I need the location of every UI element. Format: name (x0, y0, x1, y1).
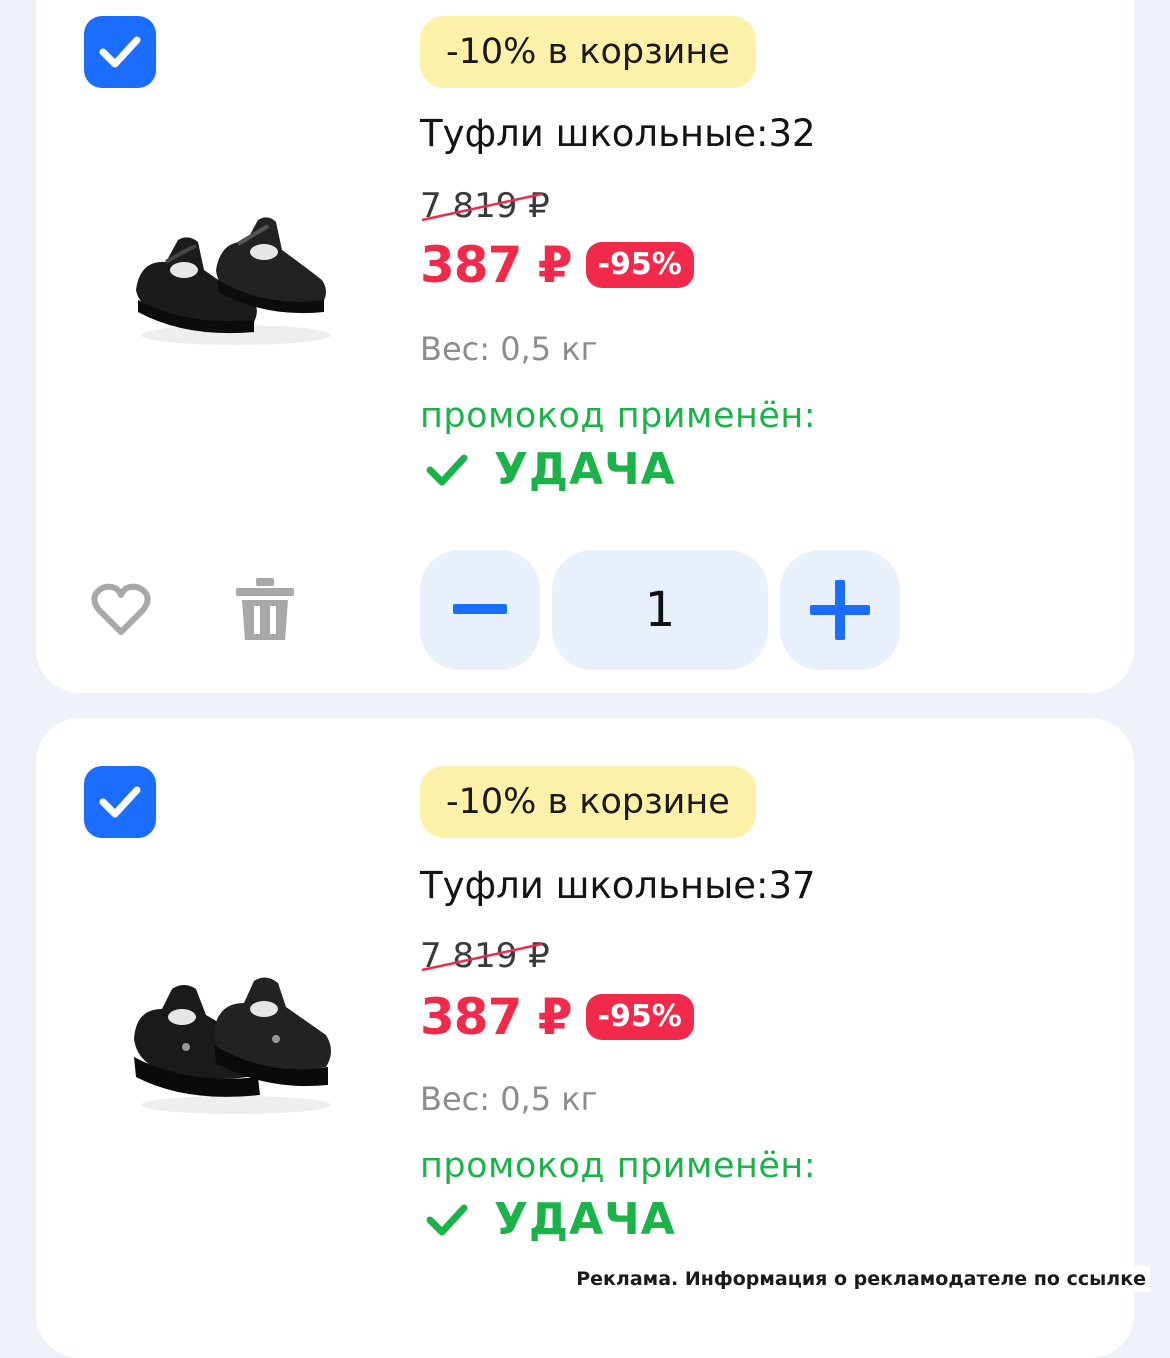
cart-discount-badge: -10% в корзине (420, 16, 756, 88)
product-image-shoes (136, 217, 331, 345)
delete-button[interactable] (230, 574, 300, 644)
discount-badge: -95% (585, 994, 694, 1040)
product-title[interactable]: Туфли школьные:32 (420, 112, 816, 155)
promo-code: УДАЧА (494, 1194, 676, 1245)
minus-icon (453, 604, 507, 614)
quantity-value[interactable]: 1 (552, 550, 768, 670)
product-weight: Вес: 0,5 кг (420, 330, 598, 368)
checkmark-icon (426, 454, 468, 485)
price-row: 387 ₽ -95% (420, 236, 694, 294)
trash-icon (236, 578, 294, 640)
promo-code-row: УДАЧА (426, 1194, 676, 1245)
decrease-quantity-button[interactable] (420, 550, 540, 670)
promo-applied-label: промокод применён: (420, 396, 817, 436)
checkmark-icon (426, 1204, 468, 1235)
favorite-button[interactable] (86, 580, 156, 640)
strikethrough-line (421, 942, 543, 972)
checkbox-checked-icon (99, 36, 141, 68)
product-image[interactable] (116, 894, 346, 1184)
checkbox-checked-icon (99, 786, 141, 818)
price-row: 387 ₽ -95% (420, 988, 694, 1046)
product-image-shoes (134, 977, 331, 1114)
old-price: 7 819 ₽ (420, 186, 550, 226)
strikethrough-line (421, 192, 543, 222)
product-image[interactable] (116, 130, 346, 420)
cart-item-card: -10% в корзине Туфли школьные:37 7 819 ₽… (36, 718, 1134, 1358)
heart-icon (91, 583, 151, 635)
promo-applied-label: промокод применён: (420, 1146, 817, 1186)
item-select-checkbox[interactable] (84, 16, 156, 88)
product-weight: Вес: 0,5 кг (420, 1080, 598, 1118)
old-price: 7 819 ₽ (420, 936, 550, 976)
increase-quantity-button[interactable] (780, 550, 900, 670)
cart-item-card: -10% в корзине Туфли школьные:32 7 819 ₽… (36, 0, 1134, 693)
item-select-checkbox[interactable] (84, 766, 156, 838)
current-price: 387 ₽ (420, 236, 573, 294)
plus-icon (810, 580, 870, 640)
discount-badge: -95% (585, 242, 694, 288)
product-title[interactable]: Туфли школьные:37 (420, 864, 816, 907)
promo-code-row: УДАЧА (426, 444, 676, 495)
ad-notice[interactable]: Реклама. Информация о рекламодателе по с… (572, 1266, 1150, 1292)
cart-discount-badge: -10% в корзине (420, 766, 756, 838)
promo-code: УДАЧА (494, 444, 676, 495)
current-price: 387 ₽ (420, 988, 573, 1046)
